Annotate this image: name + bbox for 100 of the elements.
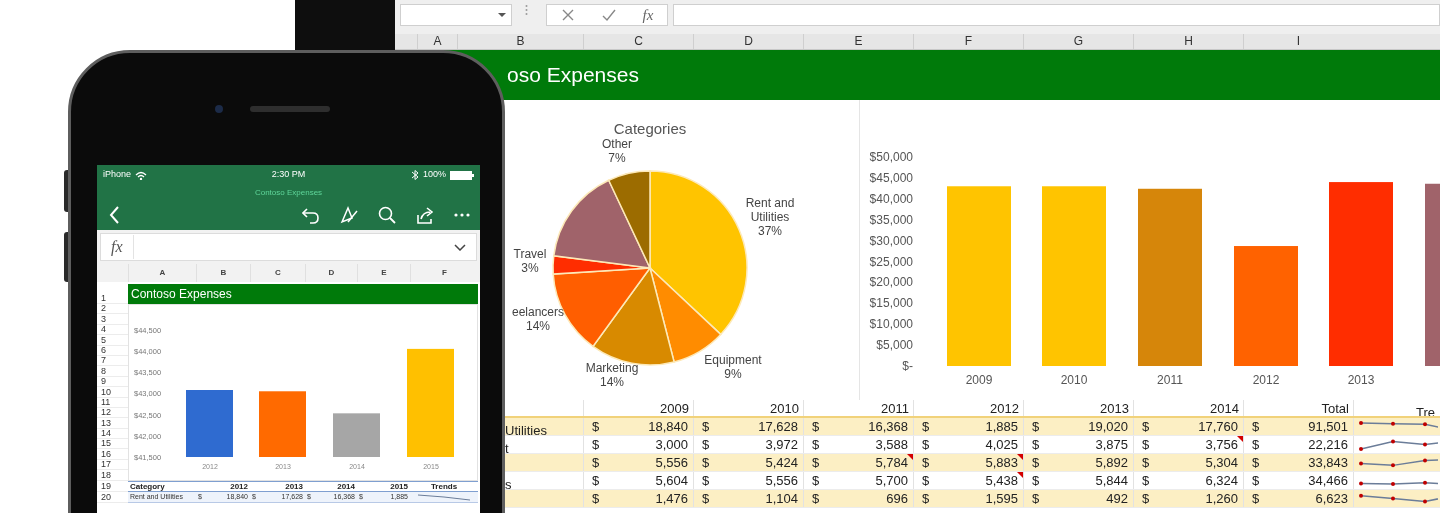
cell-value: 3,972: [765, 436, 798, 453]
formula-input[interactable]: fx: [100, 233, 477, 261]
data-label: Travel 3%: [513, 247, 547, 275]
currency-symbol: $: [592, 472, 600, 489]
currency-symbol: $: [1252, 472, 1260, 489]
insert-function-button[interactable]: fx: [101, 235, 134, 259]
axis-label: $5,000: [876, 338, 913, 353]
cell-value: 492: [1106, 490, 1128, 507]
cell-value: 5,304: [1205, 454, 1238, 471]
check-icon[interactable]: [601, 8, 616, 22]
cell-value: 1,885: [985, 418, 1018, 435]
battery-icon: [450, 170, 474, 180]
more-icon[interactable]: [454, 213, 470, 217]
cell-value: 18,840: [648, 418, 688, 435]
column-header[interactable]: C: [583, 34, 693, 49]
column-header: 2013: [284, 481, 304, 491]
share-icon[interactable]: [416, 206, 434, 224]
axis-label: 2011: [1157, 373, 1183, 387]
column-header: 2014: [336, 481, 356, 491]
currency-symbol: $: [1032, 418, 1040, 435]
cell-value: 6,623: [1315, 490, 1348, 507]
axis-label: $30,000: [869, 233, 913, 248]
axis-label: 2009: [965, 373, 993, 387]
column-header: 2014: [1133, 400, 1243, 416]
column-header: 2015: [389, 481, 409, 491]
currency-symbol: $: [812, 490, 820, 507]
undo-icon[interactable]: [302, 206, 320, 224]
column-header[interactable]: I: [1243, 34, 1353, 49]
cell-value: 5,556: [655, 454, 688, 471]
currency-symbol: $: [1032, 436, 1040, 453]
pen-icon[interactable]: [340, 206, 358, 224]
data-label: Marketing 14%: [585, 361, 639, 389]
axis-label: 2012: [1252, 373, 1280, 387]
column-header[interactable]: B: [457, 34, 583, 49]
cell-value: 1,260: [1205, 490, 1238, 507]
cancel-icon[interactable]: [560, 8, 575, 22]
cell-value: 5,784: [875, 454, 908, 471]
row-label: Utilities: [505, 423, 547, 435]
column-header: 2012: [913, 400, 1023, 416]
column-header[interactable]: A: [417, 34, 457, 49]
document-title: Contoso Expenses: [254, 186, 323, 199]
axis-label: $10,000: [869, 317, 913, 332]
currency-symbol: $: [1252, 454, 1260, 471]
cell-value: 16,368: [868, 418, 908, 435]
chevron-down-icon[interactable]: [454, 243, 466, 251]
bar: [186, 390, 233, 457]
column-header[interactable]: G: [1023, 34, 1133, 49]
back-icon[interactable]: [109, 206, 120, 224]
currency-symbol: $: [1032, 454, 1040, 471]
column-header[interactable]: D: [693, 34, 803, 49]
currency-symbol: $: [1252, 418, 1260, 435]
column-header[interactable]: E: [803, 34, 913, 49]
currency-symbol: $: [1142, 472, 1150, 489]
cell-value: 3,588: [875, 436, 908, 453]
search-icon[interactable]: [378, 206, 396, 224]
column-header[interactable]: H: [1133, 34, 1243, 49]
cell-value: 5,438: [985, 472, 1018, 489]
currency-symbol: $: [812, 454, 820, 471]
currency-symbol: $: [592, 418, 600, 435]
currency-symbol: $: [1142, 436, 1150, 453]
row-label: t: [505, 441, 509, 453]
currency-symbol: $: [702, 454, 710, 471]
currency-symbol: $: [922, 418, 930, 435]
bar: [333, 413, 380, 457]
currency-symbol: $: [922, 490, 930, 507]
currency-symbol: $: [922, 472, 930, 489]
sheet-title: oso Expenses: [507, 62, 639, 89]
data-label: Equipment 9%: [704, 353, 762, 381]
grip-icon: [525, 4, 528, 16]
axis-label: 2010: [1060, 373, 1088, 387]
cell-value: 22,216: [1308, 436, 1348, 453]
cell-value: 5,844: [1095, 472, 1128, 489]
column-header[interactable]: F: [913, 34, 1023, 49]
column-header: 2013: [1023, 400, 1133, 416]
cell-value: 5,883: [985, 454, 1018, 471]
column-header: 2012: [229, 481, 249, 491]
column-header: 2011: [803, 400, 913, 416]
currency-symbol: $: [702, 418, 710, 435]
cell-value: 33,843: [1308, 454, 1348, 471]
insert-function-button[interactable]: fx: [642, 7, 654, 23]
currency-symbol: $: [812, 418, 820, 435]
cell-value: 4,025: [985, 436, 1018, 453]
bluetooth-icon: [410, 169, 419, 181]
column-header: Trends: [429, 481, 459, 491]
status-time: 2:30 PM: [270, 168, 307, 182]
column-header: 2010: [693, 400, 803, 416]
currency-symbol: $: [592, 436, 600, 453]
cell-value: 696: [886, 490, 908, 507]
cell-value: 5,604: [655, 472, 688, 489]
currency-symbol: $: [702, 472, 710, 489]
bar: [259, 391, 306, 457]
cell-value: 5,700: [875, 472, 908, 489]
currency-symbol: $: [1032, 472, 1040, 489]
sheet-title: Contoso Expenses: [131, 286, 232, 303]
wifi-icon: [135, 170, 148, 180]
cell-value: 1,476: [655, 490, 688, 507]
cell-value: 3,756: [1205, 436, 1238, 453]
formula-input[interactable]: [673, 4, 1440, 26]
currency-symbol: $: [1252, 490, 1260, 507]
currency-symbol: $: [592, 454, 600, 471]
